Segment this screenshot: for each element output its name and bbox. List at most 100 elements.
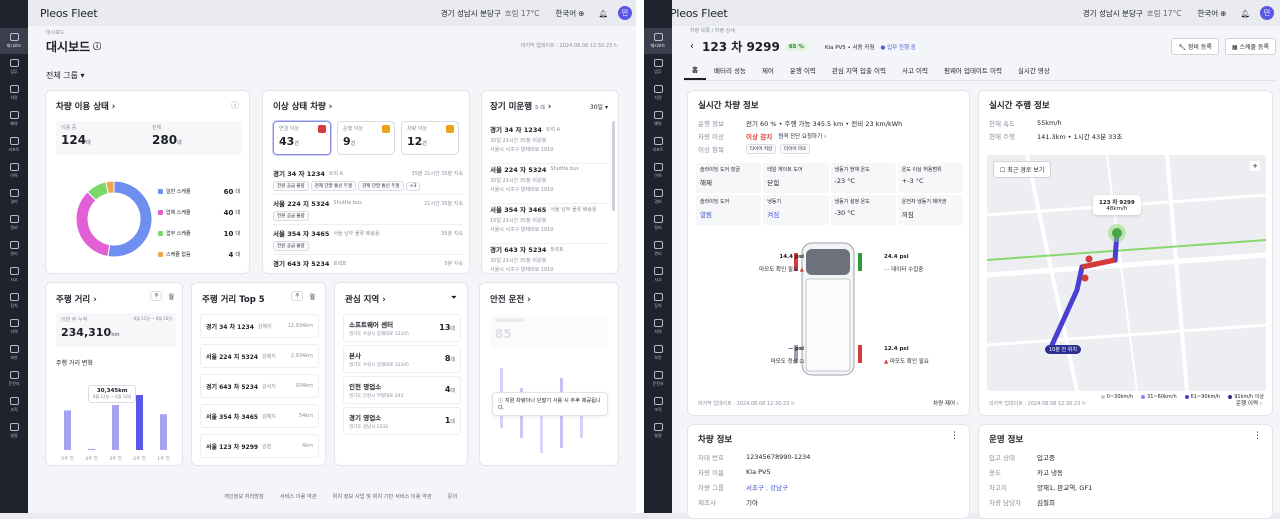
language-select[interactable]: 한국어 — [555, 8, 576, 19]
idle-row[interactable]: 경기 643 자 5234 트럭B 35일 21시간 35분 미운행 서울시 서초구 … — [490, 244, 608, 273]
abnormal-row[interactable]: 서울 354 자 3465 서울 남부 물류 배송용 35분 지속 전원 공급 불량 — [273, 225, 463, 255]
sidebar-item[interactable]: 운전자 — [0, 366, 28, 392]
distance-bar[interactable] — [64, 410, 71, 450]
avatar[interactable]: 민 — [618, 6, 632, 20]
sidebar-item-dashboard[interactable]: 대시보드 — [0, 28, 28, 54]
scrollbar[interactable] — [612, 121, 615, 211]
detail-tab[interactable]: 실시간 영상 — [1010, 60, 1058, 80]
filter-icon[interactable]: ⏷ — [451, 293, 457, 303]
sidebar-item[interactable]: 지역 — [644, 314, 672, 340]
detail-tab[interactable]: 사고 이력 — [894, 60, 936, 80]
footer-link[interactable]: 위치 정보 사업 및 위치 기반 서비스 이용 약관 — [333, 493, 432, 500]
past-location-pin[interactable]: 10분 전 위치 — [1045, 345, 1081, 354]
distance-title[interactable]: 주행 거리 › — [56, 293, 97, 305]
sidebar-item[interactable]: 사고 — [644, 262, 672, 288]
sidebar-item[interactable]: 관리 — [0, 236, 28, 262]
sidebar-item[interactable]: 경비 — [644, 184, 672, 210]
top5-row[interactable]: 서울 354 차 3465 김혜지 54km — [200, 404, 319, 428]
region-row[interactable]: 본사 경기도 수원시 양재대로 12345 8대 — [343, 345, 461, 373]
sidebar-item[interactable]: 조직 — [644, 392, 672, 418]
top5-row[interactable]: 서울 123 차 9299 김철 4km — [200, 434, 319, 458]
sidebar-item[interactable]: 이력 — [644, 158, 672, 184]
sidebar-item[interactable]: 설정 — [644, 418, 672, 444]
recent-route-button[interactable]: ☐ 최근 경로 보기 — [993, 161, 1052, 178]
region-row[interactable]: 소프트웨어 센터 경기도 수원시 양재대로 12345 13대 — [343, 314, 461, 342]
distance-bar[interactable] — [136, 395, 143, 450]
footer-link[interactable]: 개인정보 처리방침 — [224, 493, 264, 500]
sidebar-item[interactable]: 정비 — [644, 210, 672, 236]
top5-row[interactable]: 서울 224 지 5324 김혜지 2,934km — [200, 344, 319, 368]
detail-tab[interactable]: 펌웨어 업데이트 이력 — [936, 60, 1010, 80]
detail-tab[interactable]: 관심 지역 입출 이력 — [824, 60, 894, 80]
refresh-icon[interactable]: ↻ — [791, 401, 795, 407]
sidebar-item[interactable]: 차량 — [644, 80, 672, 106]
detail-tab[interactable]: 제어 — [754, 60, 782, 80]
idle-row[interactable]: 서울 224 자 5324 Shuttle bus 35일 21시간 35분 미운행… — [490, 164, 608, 204]
bell-icon[interactable]: 🔔︎ — [1240, 9, 1250, 18]
distance-bar[interactable] — [88, 448, 95, 450]
idle-row[interactable]: 서울 354 자 3465 서울 남부 물류 배송용 15일 21시간 35분 미운… — [490, 204, 608, 244]
footer-link[interactable]: 서비스 이용 약관 — [280, 493, 317, 500]
sidebar-item[interactable]: 관리 — [644, 236, 672, 262]
sidebar-item[interactable]: 업무 — [0, 54, 28, 80]
top5-row[interactable]: 경기 34 차 1234 김혜지 12,934km — [200, 314, 319, 338]
sidebar-item[interactable]: 업무 — [644, 54, 672, 80]
sidebar-item[interactable]: 조직 — [0, 392, 28, 418]
footer-link[interactable]: 문의 — [448, 493, 458, 500]
abnormal-box[interactable]: 연결 이상 43건 — [273, 121, 331, 155]
avatar[interactable]: 민 — [1260, 6, 1274, 20]
abnormal-box[interactable]: 차량 이상 12건 — [401, 121, 459, 155]
abnormal-title[interactable]: 이상 상태 차량 › — [273, 100, 332, 112]
more-icon[interactable]: ⋮ — [950, 431, 959, 441]
more-icon[interactable]: ⋮ — [1253, 431, 1262, 441]
detail-tab[interactable]: 홈 — [684, 60, 706, 80]
sidebar-item[interactable]: 리포트 — [0, 132, 28, 158]
tab-week[interactable]: 주 — [291, 291, 304, 301]
sidebar-item[interactable]: 경비 — [0, 184, 28, 210]
sidebar-item[interactable]: 예약 — [0, 106, 28, 132]
sidebar-item[interactable]: 보안 — [644, 340, 672, 366]
group-select[interactable]: 전체 그룹 ▾ — [46, 70, 85, 81]
abnormal-row[interactable]: 서울 224 지 5324 Shuttle bus 21시간 35분 지속 전원 공급… — [273, 195, 463, 225]
detail-tab[interactable]: 배터리 성능 — [706, 60, 754, 80]
language-select[interactable]: 한국어 — [1197, 8, 1218, 19]
vehicle-control-link[interactable]: 차량 제어 › — [933, 399, 959, 407]
sidebar-item[interactable]: 운전자 — [644, 366, 672, 392]
schedule-button[interactable]: ▦ 스케줄 등록 — [1224, 38, 1276, 55]
vehicle-map-badge[interactable]: 123 차 9299 48km/h — [1093, 195, 1141, 215]
map[interactable]: ☐ 최근 경로 보기 123 차 9299 48km/h 10분 전 위치 + — [987, 155, 1266, 391]
distance-bar[interactable] — [160, 414, 167, 450]
drive-history-link[interactable]: 운행 이력 › — [1236, 399, 1262, 407]
sidebar-item[interactable]: 차량 — [0, 80, 28, 106]
idle-row[interactable]: 경기 34 자 1234 트럭 A 35일 21시간 35분 미운행 서울시 서초구 … — [490, 124, 608, 164]
sidebar-item[interactable]: 리포트 — [644, 132, 672, 158]
period-select[interactable]: 30일 ▾ — [590, 102, 608, 111]
sidebar-item[interactable]: 예약 — [644, 106, 672, 132]
abnormal-box[interactable]: 운행 이상 9건 — [337, 121, 395, 155]
zoom-in-button[interactable]: + — [1250, 161, 1260, 171]
tab-month[interactable]: 월 — [168, 292, 174, 301]
sidebar-item[interactable]: 이력 — [0, 158, 28, 184]
tab-week[interactable]: 주 — [150, 291, 163, 301]
abnormal-row[interactable]: 경기 643 자 5234 트럭B 5분 지속 — [273, 255, 463, 273]
maintenance-button[interactable]: 🔧︎ 정비 등록 — [1171, 38, 1219, 55]
usage-title[interactable]: 차량 이용 상태 › — [56, 100, 115, 112]
region-row[interactable]: 경기 영업소 경기도 성남시 2232 1대 — [343, 407, 461, 435]
sidebar-item[interactable]: 지역 — [0, 314, 28, 340]
regions-title[interactable]: 관심 지역 › — [345, 293, 386, 305]
detail-tab[interactable]: 운행 이력 — [782, 60, 824, 80]
tab-month[interactable]: 월 — [309, 292, 315, 301]
sidebar-item[interactable]: 설정 — [0, 418, 28, 444]
long-idle-title[interactable]: 장기 미운행 5 대 › — [490, 100, 551, 112]
sidebar-item[interactable]: 정비 — [0, 210, 28, 236]
safety-title[interactable]: 안전 운전 › — [490, 293, 531, 305]
top5-row[interactable]: 경기 643 차 5234 김서지 934km — [200, 374, 319, 398]
bell-icon[interactable]: 🔔︎ — [598, 9, 608, 18]
refresh-icon[interactable]: ↻ — [614, 43, 618, 49]
distance-bar[interactable] — [112, 404, 119, 450]
refresh-icon[interactable]: ↻ — [1082, 401, 1086, 407]
sidebar-item[interactable]: 장치 — [0, 288, 28, 314]
region-row[interactable]: 인천 영업소 경기도 인천시 부평대로 243 4대 — [343, 376, 461, 404]
sidebar-item-dashboard[interactable]: 대시보드 — [644, 28, 672, 54]
sidebar-item[interactable]: 사고 — [0, 262, 28, 288]
